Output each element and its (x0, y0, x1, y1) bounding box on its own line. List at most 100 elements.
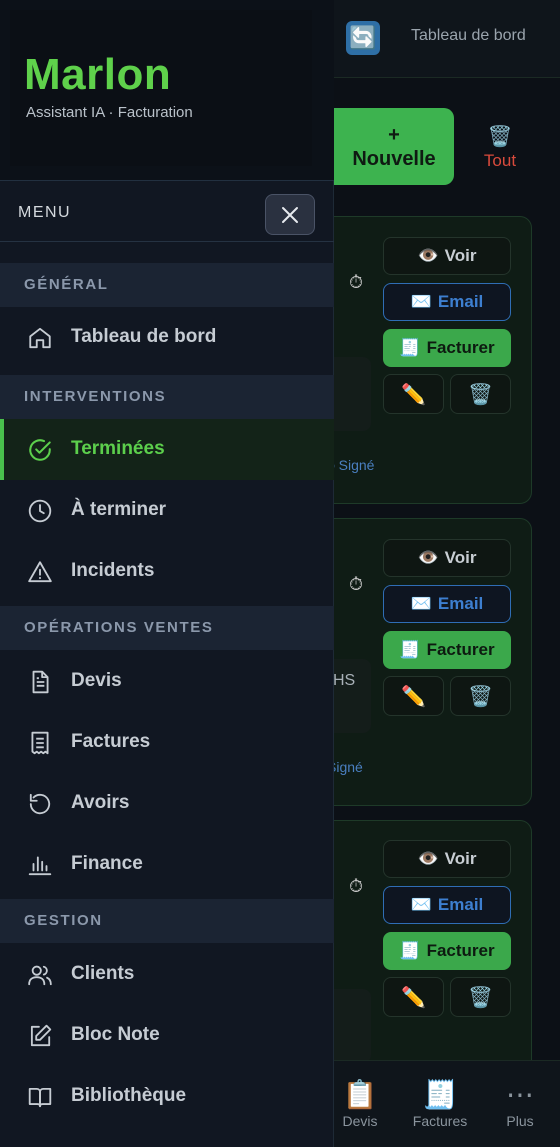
menu-item-library[interactable]: Bibliothèque (0, 1066, 334, 1127)
timer-icon: ⏱ (349, 574, 364, 594)
section-label: OPÉRATIONS VENTES (24, 619, 214, 636)
menu-item-label: Incidents (71, 560, 155, 581)
book-icon (28, 1087, 52, 1108)
trash-icon: 🗑️ (468, 685, 493, 708)
invoice-button[interactable]: 🧾 Facturer (383, 329, 511, 367)
email-label: Email (437, 895, 484, 914)
view-label: Voir (444, 246, 477, 265)
menu-item-label: Avoirs (71, 792, 130, 813)
menu-item-notes[interactable]: Bloc Note (0, 1005, 334, 1066)
clipboard-icon: 📋 (342, 1079, 378, 1110)
email-label: Email (437, 292, 484, 311)
document-icon (32, 670, 49, 694)
close-icon (282, 206, 298, 223)
delete-button[interactable]: 🗑️ (450, 374, 511, 414)
receipt-icon (31, 731, 49, 755)
view-label: Voir (444, 849, 477, 868)
new-intervention-button[interactable]: + Nouvelle (316, 108, 454, 185)
view-label: Voir (444, 548, 477, 567)
trash-icon: 🗑️ (468, 383, 493, 406)
menu-item-label: Finance (71, 853, 143, 874)
delete-button[interactable]: 🗑️ (450, 977, 511, 1017)
menu-item-label: Devis (71, 670, 122, 691)
invoice-button[interactable]: 🧾 Facturer (383, 631, 511, 669)
edit-button[interactable]: ✏️ (383, 676, 444, 716)
bottom-nav-label: Devis (342, 1113, 378, 1129)
intervention-card[interactable]: ⏱ HS Signé 👁️ Voir ✉️ Email 🧾 Facturer ✏️ 🗑… (300, 518, 532, 806)
section-management: GESTION (0, 899, 334, 943)
menu-item-label: Clients (71, 963, 135, 984)
menu-item-quotes[interactable]: Devis (0, 651, 334, 712)
email-button[interactable]: ✉️ Email (383, 585, 511, 623)
intervention-card[interactable]: ⏱ 👁️ Voir ✉️ Email 🧾 Facturer ✏️ 🗑️ (300, 820, 532, 1080)
bottom-nav-invoices[interactable]: 🧾 Factures (408, 1079, 472, 1129)
receipt-icon: 🧾 (422, 1079, 458, 1110)
section-label: GESTION (24, 912, 103, 929)
section-interventions: INTERVENTIONS (0, 375, 334, 419)
menu-item-label: Bibliothèque (71, 1085, 187, 1106)
edit-note-icon (30, 1024, 52, 1047)
envelope-icon: ✉️ (410, 292, 432, 311)
delete-button[interactable]: 🗑️ (450, 676, 511, 716)
edit-button[interactable]: ✏️ (383, 374, 444, 414)
view-button[interactable]: 👁️ Voir (383, 840, 511, 878)
menu-item-credits[interactable]: Avoirs (0, 773, 334, 834)
section-label: GÉNÉRAL (24, 276, 109, 293)
users-icon (28, 965, 52, 986)
invoice-label: Facturer (426, 941, 495, 960)
edit-button[interactable]: ✏️ (383, 977, 444, 1017)
warning-icon (28, 561, 52, 583)
brand-header: Marlon Assistant IA · Facturation (0, 0, 334, 181)
plus-icon: + (388, 123, 400, 146)
email-button[interactable]: ✉️ Email (383, 283, 511, 321)
section-label: INTERVENTIONS (24, 388, 167, 405)
envelope-icon: ✉️ (410, 594, 432, 613)
sync-icon[interactable]: 🔄 (346, 21, 380, 55)
bottom-nav-quotes[interactable]: 📋 Devis (338, 1079, 382, 1129)
menu-item-finance[interactable]: Finance (0, 834, 334, 895)
navigation-drawer: Marlon Assistant IA · Facturation MENU G… (0, 0, 334, 1147)
page-title[interactable]: Tableau de bord (411, 27, 526, 45)
email-label: Email (437, 594, 484, 613)
invoice-button[interactable]: 🧾 Facturer (383, 932, 511, 970)
menu-item-dashboard[interactable]: Tableau de bord (0, 307, 334, 368)
email-button[interactable]: ✉️ Email (383, 886, 511, 924)
home-icon (29, 327, 51, 349)
undo-icon (29, 793, 51, 815)
receipt-icon: 🧾 (399, 338, 421, 357)
invoice-label: Facturer (426, 640, 495, 659)
bottom-nav-more[interactable]: ⋯ Plus (500, 1079, 540, 1129)
more-icon: ⋯ (506, 1079, 534, 1110)
menu-item-label: Terminées (71, 438, 165, 459)
signed-label: Signé (338, 457, 375, 473)
trash-icon: 🗑️ (468, 986, 493, 1009)
section-sales: OPÉRATIONS VENTES (0, 606, 334, 650)
envelope-icon: ✉️ (410, 895, 432, 914)
pencil-icon: ✏️ (401, 685, 426, 708)
app-screen: 🔄 Tableau de bord + Nouvelle 🗑️ Tout ⏱ ✍… (0, 0, 560, 1147)
intervention-card[interactable]: ⏱ ✍ Signé 👁️Voir ✉️Email 🧾Facturer ✏️ 🗑️ (300, 216, 532, 504)
bottom-nav-label: Factures (412, 1113, 468, 1129)
trash-icon: 🗑️ (487, 126, 513, 148)
pencil-icon: ✏️ (401, 986, 426, 1009)
delete-all-label: Tout (483, 151, 517, 170)
bar-chart-icon (28, 856, 52, 876)
menu-item-invoices[interactable]: Factures (0, 712, 334, 773)
brand-subtitle: Assistant IA · Facturation (26, 104, 193, 121)
menu-item-done[interactable]: Terminées (0, 419, 334, 480)
brand-name: Marlon (24, 50, 172, 99)
view-button[interactable]: 👁️ Voir (383, 237, 511, 275)
view-button[interactable]: 👁️ Voir (383, 539, 511, 577)
receipt-icon: 🧾 (399, 640, 421, 659)
section-general: GÉNÉRAL (0, 263, 334, 307)
receipt-icon: 🧾 (399, 941, 421, 960)
menu-item-to-finish[interactable]: À terminer (0, 480, 334, 541)
menu-item-incidents[interactable]: Incidents (0, 541, 334, 602)
menu-item-label: Factures (71, 731, 151, 752)
delete-all-button[interactable]: 🗑️ Tout (470, 124, 530, 171)
close-menu-button[interactable] (265, 194, 315, 235)
timer-icon: ⏱ (349, 876, 364, 896)
eye-icon: 👁️ (417, 849, 439, 868)
card-note: HS (333, 672, 356, 689)
menu-item-clients[interactable]: Clients (0, 944, 334, 1005)
